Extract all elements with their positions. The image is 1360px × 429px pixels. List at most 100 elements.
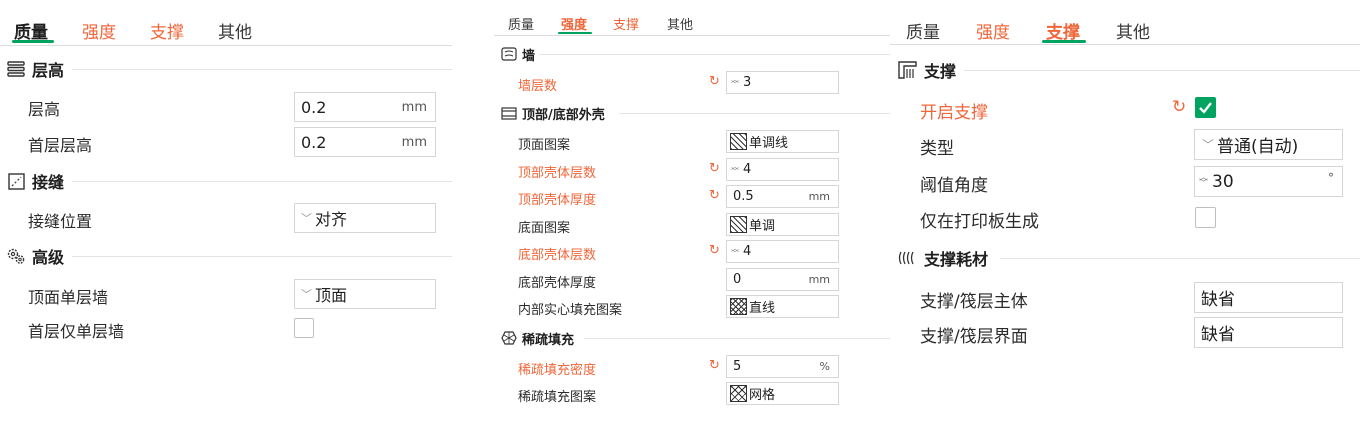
section-divider — [539, 54, 890, 55]
spin-arrows-icon[interactable]: ︿ ﹀ — [727, 244, 739, 256]
top-thickness-label: 顶部壳体厚度 — [518, 193, 597, 208]
active-tab-indicator — [12, 40, 54, 43]
tab-bar: 质量 强度 支撑 其他 — [0, 0, 452, 46]
infill-pattern-dropdown[interactable]: 网格 — [726, 382, 839, 405]
reset-icon[interactable]: ↻ — [1172, 97, 1186, 117]
base-filament-dropdown[interactable]: 缺省 — [1194, 282, 1343, 313]
section-divider — [1000, 258, 1360, 259]
tab-bar: 质量 强度 支撑 其他 — [890, 0, 1360, 45]
top-single-wall-dropdown[interactable]: ﹀ 顶面 — [294, 279, 436, 309]
build-plate-only-checkbox[interactable] — [1195, 207, 1216, 228]
wall-icon — [500, 46, 518, 62]
unit-label: mm — [808, 190, 830, 203]
first-single-wall-checkbox[interactable] — [294, 318, 314, 338]
section-title: 顶部/底部外壳 — [522, 107, 605, 123]
gears-icon — [6, 246, 26, 266]
tab-quality[interactable]: 质量 — [508, 14, 534, 33]
left-settings-panel: 质量 强度 支撑 其他 层高 层高 0.2 mm 首层层高 0.2 mm 接缝 … — [0, 0, 452, 429]
grid-pattern-icon — [730, 385, 747, 402]
infill-pattern-value: 网格 — [749, 388, 776, 403]
tab-quality[interactable]: 质量 — [906, 18, 940, 43]
section-layer-height: 层高 — [6, 58, 64, 80]
support-type-value: 普通(自动) — [1217, 137, 1299, 157]
top-thickness-value: 0.5 — [733, 189, 754, 204]
chevron-down-icon: ﹀ — [1202, 138, 1215, 152]
tab-others[interactable]: 其他 — [667, 14, 693, 33]
wall-loops-label: 墙层数 — [518, 79, 558, 94]
unit-label: mm — [808, 273, 830, 286]
tab-others[interactable]: 其他 — [218, 18, 252, 43]
top-pattern-dropdown[interactable]: 单调线 — [726, 130, 839, 153]
infill-density-label: 稀疏填充密度 — [518, 363, 597, 378]
tab-bar: 质量 强度 支撑 其他 — [494, 0, 890, 36]
section-title: 层高 — [32, 61, 65, 80]
chevron-down-icon: ﹀ — [301, 288, 312, 301]
section-title: 稀疏填充 — [522, 332, 575, 348]
unit-label: mm — [401, 134, 427, 150]
reset-icon[interactable]: ↻ — [709, 358, 720, 373]
interface-filament-label: 支撑/筏层界面 — [920, 327, 1028, 347]
filament-icon — [896, 248, 918, 268]
section-divider — [584, 338, 890, 339]
first-layer-height-input[interactable]: 0.2 mm — [294, 127, 436, 157]
base-filament-value: 缺省 — [1201, 290, 1235, 310]
internal-pattern-dropdown[interactable]: 直线 — [726, 295, 839, 318]
first-single-wall-label: 首层仅单层墙 — [28, 322, 125, 341]
section-title: 支撑耗材 — [924, 250, 989, 269]
chevron-down-icon: ﹀ — [301, 212, 312, 225]
first-layer-height-value: 0.2 — [301, 132, 327, 152]
build-plate-only-label: 仅在打印板生成 — [920, 212, 1039, 232]
interface-filament-dropdown[interactable]: 缺省 — [1194, 317, 1343, 348]
reset-icon[interactable]: ↻ — [709, 74, 720, 89]
wall-loops-input[interactable]: ︿ ﹀ 3 — [726, 71, 839, 94]
top-thickness-input[interactable]: 0.5 mm — [726, 185, 839, 208]
bottom-pattern-label: 底面图案 — [518, 221, 571, 236]
seam-position-dropdown[interactable]: ﹀ 对齐 — [294, 203, 436, 233]
top-layers-label: 顶部壳体层数 — [518, 166, 597, 181]
right-settings-panel: 质量 强度 支撑 其他 支撑 开启支撑 ↻ 类型 ﹀ 普通(自动) 阈值角度 ︿… — [890, 0, 1360, 429]
tab-strength[interactable]: 强度 — [82, 18, 116, 43]
tab-support[interactable]: 支撑 — [613, 14, 639, 33]
interface-filament-value: 缺省 — [1201, 325, 1235, 345]
tab-others[interactable]: 其他 — [1116, 18, 1150, 43]
spin-arrows-icon[interactable]: ︿ ﹀ — [727, 75, 739, 87]
top-layers-value: 4 — [743, 162, 752, 177]
threshold-angle-input[interactable]: ︿ ﹀ 30 ° — [1194, 166, 1343, 197]
section-support: 支撑 — [896, 59, 956, 81]
section-title: 墙 — [522, 48, 536, 64]
layer-height-input[interactable]: 0.2 mm — [294, 92, 436, 122]
reset-icon[interactable]: ↻ — [709, 161, 720, 176]
active-tab-indicator — [558, 32, 592, 34]
wall-loops-value: 3 — [743, 75, 752, 90]
monotonic-pattern-icon — [730, 216, 747, 233]
bottom-pattern-dropdown[interactable]: 单调 — [726, 213, 839, 236]
tab-support[interactable]: 支撑 — [150, 18, 184, 43]
checkmark-icon — [1199, 102, 1212, 114]
section-walls: 墙 — [500, 45, 536, 64]
threshold-angle-value: 30 — [1212, 171, 1234, 192]
support-type-dropdown[interactable]: ﹀ 普通(自动) — [1194, 129, 1343, 160]
reset-icon[interactable]: ↻ — [709, 188, 720, 203]
enable-support-checkbox[interactable] — [1195, 97, 1216, 118]
bottom-layers-input[interactable]: ︿ ﹀ 4 — [726, 240, 839, 263]
support-icon — [896, 60, 918, 80]
unit-label: ° — [1328, 171, 1334, 185]
seam-position-value: 对齐 — [315, 210, 348, 229]
bottom-thickness-input[interactable]: 0 mm — [726, 268, 839, 291]
spin-arrows-icon[interactable]: ︿ ﹀ — [727, 162, 739, 174]
reset-icon[interactable]: ↻ — [709, 243, 720, 258]
section-divider — [619, 113, 890, 114]
bottom-thickness-label: 底部壳体厚度 — [518, 276, 597, 291]
spin-arrows-icon[interactable]: ︿ ﹀ — [1195, 173, 1208, 188]
bottom-layers-value: 4 — [743, 244, 752, 259]
section-title: 接缝 — [32, 173, 65, 192]
infill-density-input[interactable]: 5 % — [726, 355, 839, 378]
bottom-pattern-value: 单调 — [749, 219, 776, 234]
section-divider — [72, 69, 452, 70]
support-type-label: 类型 — [920, 139, 954, 159]
tab-strength[interactable]: 强度 — [976, 18, 1010, 43]
tab-strength[interactable]: 强度 — [561, 14, 587, 33]
bottom-thickness-value: 0 — [733, 272, 742, 287]
top-layers-input[interactable]: ︿ ﹀ 4 — [726, 158, 839, 181]
unit-label: mm — [401, 99, 427, 115]
